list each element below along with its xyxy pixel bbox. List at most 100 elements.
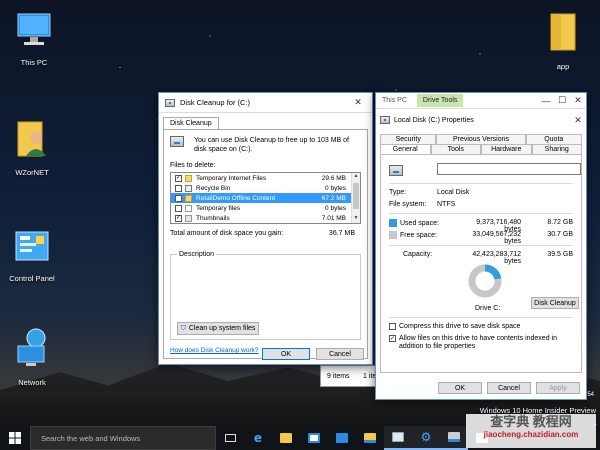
drive-name-input[interactable] [437, 163, 581, 175]
lock-folder-icon [185, 174, 192, 182]
desktop-icon-network[interactable]: Network [0, 326, 64, 387]
drive-tools-tab[interactable]: Drive Tools [416, 94, 464, 107]
tab-previous-versions[interactable]: Previous Versions [436, 134, 526, 144]
disk-cleanup-dialog[interactable]: Disk Cleanup for (C:) ✕ Disk Cleanup You… [158, 92, 373, 365]
files-list-scrollbar[interactable]: ▲ ▼ [351, 173, 360, 223]
description-group: Description ⛉ Clean up system files [170, 251, 361, 340]
checkbox[interactable] [175, 194, 182, 202]
files-to-delete-label: Files to delete: [170, 162, 216, 169]
close-icon[interactable]: ✕ [570, 112, 586, 128]
tab-security[interactable]: Security [380, 134, 437, 144]
scroll-down-icon[interactable]: ▼ [352, 215, 360, 223]
index-checkbox[interactable]: ✓ [389, 335, 396, 342]
file-name: RetailDemo Offline Content [196, 194, 276, 202]
tab-disk-cleanup[interactable]: Disk Cleanup [163, 117, 219, 129]
divider [389, 183, 573, 184]
ok-button[interactable]: OK [438, 382, 482, 394]
drive-window-taskbar-icon[interactable] [384, 426, 412, 450]
shield-icon: ⛉ [180, 324, 186, 332]
properties-title: Local Disk (C:) Properties [394, 116, 474, 124]
disk-cleanup-taskbar-icon[interactable] [440, 426, 468, 450]
file-system-value: NTFS [437, 201, 456, 208]
list-item[interactable]: Recycle Bin 0 bytes [171, 183, 360, 193]
checkbox[interactable] [175, 184, 182, 192]
ok-button[interactable]: OK [262, 348, 310, 360]
index-option[interactable]: ✓ Allow files on this drive to have cont… [389, 335, 579, 351]
tabs-row-2: General Tools Hardware Sharing [380, 144, 582, 154]
type-value: Local Disk [437, 189, 470, 196]
used-space-label: Used space: [389, 219, 439, 227]
explorer-pinned-icon[interactable] [356, 426, 384, 450]
type-label: Type: [389, 189, 407, 196]
edge-browser-icon[interactable]: e [244, 426, 272, 450]
total-value: 36.7 MB [328, 230, 355, 237]
tab-quota[interactable]: Quota [525, 134, 582, 144]
desktop-icon-control-panel[interactable]: Control Panel [0, 230, 64, 283]
checkbox[interactable]: ✓ [175, 214, 182, 222]
start-button[interactable] [0, 426, 30, 450]
computer-icon [17, 13, 51, 45]
free-space-label: Free space: [389, 231, 437, 239]
tabs-row-1: Security Previous Versions Quota [380, 134, 582, 144]
disk-cleanup-button[interactable]: Disk Cleanup [531, 297, 579, 309]
clean-up-system-files-button[interactable]: ⛉ Clean up system files [177, 322, 259, 335]
compress-checkbox[interactable] [389, 323, 396, 330]
status-items-count: 9 items [327, 373, 350, 380]
drive-letter-label: Drive C: [475, 305, 501, 312]
file-explorer-icon[interactable] [272, 426, 300, 450]
this-pc-titlebar[interactable]: This PC Drive Tools — ☐ ✕ [376, 93, 586, 109]
file-system-label: File system: [389, 201, 427, 208]
maximize-icon[interactable]: ☐ [554, 93, 570, 109]
checkbox[interactable]: ✓ [175, 174, 182, 182]
capacity-gb: 39.5 GB [547, 251, 573, 258]
divider [389, 245, 573, 246]
scroll-up-icon[interactable]: ▲ [352, 173, 360, 181]
used-color-swatch [389, 219, 397, 227]
close-icon[interactable]: ✕ [570, 93, 586, 109]
settings-icon[interactable]: ⚙ [412, 426, 440, 450]
dialog-title: Disk Cleanup for (C:) [180, 98, 251, 107]
scrollbar-thumb[interactable] [353, 183, 359, 209]
dialog-buttons: OK Cancel [262, 348, 364, 360]
button-label: Clean up system files [188, 325, 256, 332]
tab-hardware[interactable]: Hardware [481, 144, 532, 154]
window-title: This PC [382, 97, 407, 104]
close-icon[interactable]: ✕ [350, 95, 366, 111]
capacity-label: Capacity: [403, 251, 433, 258]
desktop-icon-this-pc[interactable]: This PC [2, 10, 66, 67]
mail-icon[interactable] [328, 426, 356, 450]
list-item[interactable]: ✓ Temporary Internet Files 29.6 MB [171, 173, 360, 183]
cancel-button[interactable]: Cancel [487, 382, 531, 394]
desktop-icon-app-folder[interactable]: app [531, 10, 595, 71]
task-view-icon[interactable] [216, 426, 244, 450]
tab-sharing[interactable]: Sharing [531, 144, 582, 154]
tab-general[interactable]: General [380, 144, 431, 154]
drive-icon [389, 165, 403, 176]
folder-icon [550, 13, 576, 51]
search-placeholder: Search the web and Windows [41, 433, 141, 443]
minimize-icon[interactable]: — [538, 93, 554, 109]
search-box[interactable]: Search the web and Windows [30, 426, 216, 450]
how-disk-cleanup-works-link[interactable]: How does Disk Cleanup work? [170, 347, 259, 354]
used-space-text: Used space: [400, 219, 439, 227]
store-icon[interactable] [300, 426, 328, 450]
disk-cleanup-titlebar[interactable]: Disk Cleanup for (C:) ✕ [159, 93, 372, 113]
desktop-icon-user-folder[interactable]: WZorNET [0, 118, 64, 177]
list-item[interactable]: Temporary files 0 bytes [171, 203, 360, 213]
properties-buttons: OK Cancel Apply [438, 382, 580, 394]
file-name: Temporary files [196, 204, 241, 212]
local-disk-properties-dialog[interactable]: This PC Drive Tools — ☐ ✕ Local Disk (C:… [375, 92, 587, 400]
properties-tabs: Security Previous Versions Quota General… [380, 134, 582, 154]
index-label: Allow files on this drive to have conten… [399, 335, 557, 350]
compress-option[interactable]: Compress this drive to save disk space [389, 323, 520, 330]
thumbnails-icon [185, 214, 192, 222]
list-item[interactable]: ✓ Thumbnails 7.01 MB [171, 213, 360, 223]
cancel-button[interactable]: Cancel [316, 348, 364, 360]
checkbox[interactable] [175, 204, 182, 212]
apply-button[interactable]: Apply [536, 382, 580, 394]
files-list[interactable]: ✓ Temporary Internet Files 29.6 MB Recyc… [170, 172, 361, 224]
list-item-selected[interactable]: RetailDemo Offline Content 67.2 MB [171, 193, 360, 203]
tab-tools[interactable]: Tools [430, 144, 481, 154]
file-name: Recycle Bin [196, 184, 231, 192]
desktop-icon-label: WZorNET [15, 168, 49, 177]
